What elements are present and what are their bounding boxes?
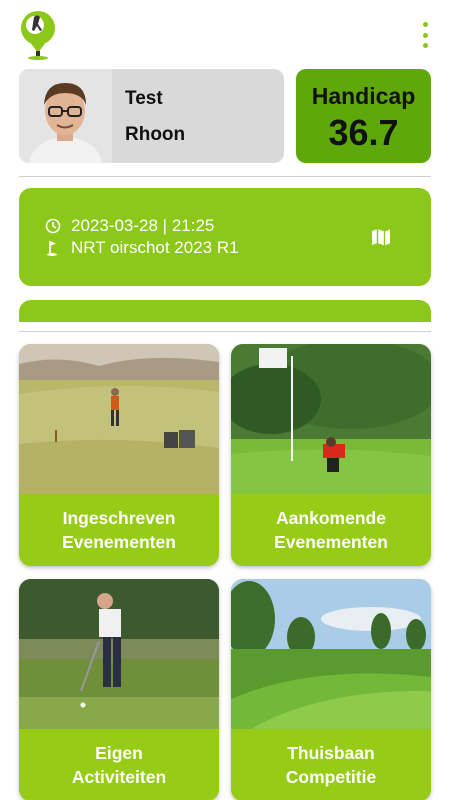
tile-label-line1: Thuisbaan bbox=[287, 743, 375, 763]
menu-dot bbox=[422, 32, 428, 38]
avatar bbox=[19, 69, 112, 163]
divider bbox=[19, 331, 431, 332]
round-datetime: 2023-03-28 | 21:25 bbox=[71, 216, 215, 235]
tile-label: Aankomende Evenementen bbox=[231, 494, 431, 566]
clock-icon bbox=[45, 218, 61, 234]
tile-label-line1: Eigen bbox=[95, 743, 143, 763]
golfer-pin-logo-icon[interactable] bbox=[18, 8, 60, 60]
tile-label-line1: Aankomende bbox=[276, 508, 386, 528]
profile-last-name: Rhoon bbox=[125, 124, 186, 145]
profile-card[interactable] bbox=[19, 69, 284, 163]
round-datetime-row: 2023-03-28 | 21:25 bbox=[45, 216, 214, 236]
tile-own-activities[interactable]: Eigen Activiteiten bbox=[19, 579, 219, 800]
tile-label-line2: Activiteiten bbox=[71, 767, 167, 787]
golf-green-photo bbox=[231, 344, 431, 494]
menu-dot bbox=[422, 43, 428, 48]
tile-home-course-competition[interactable]: Thuisbaan Competitie bbox=[231, 579, 431, 800]
tile-label-line2: Competitie bbox=[285, 767, 377, 787]
profile-first-name: Test bbox=[125, 88, 163, 109]
handicap-label: Handicap bbox=[311, 83, 416, 109]
menu-dot bbox=[422, 22, 428, 27]
tile-label: Eigen Activiteiten bbox=[19, 729, 219, 800]
tile-label-line2: Evenementen bbox=[274, 532, 388, 552]
divider bbox=[19, 176, 431, 177]
map-icon[interactable] bbox=[370, 226, 392, 248]
tile-label: Ingeschreven Evenementen bbox=[19, 494, 219, 566]
golf-fairway-photo bbox=[231, 579, 431, 729]
secondary-card[interactable] bbox=[19, 300, 431, 322]
tile-registered-events[interactable]: Ingeschreven Evenementen bbox=[19, 344, 219, 566]
tile-label: Thuisbaan Competitie bbox=[231, 729, 431, 800]
round-course-row: NRT oirschot 2023 R1 bbox=[45, 238, 239, 258]
golfer-putting-photo bbox=[19, 579, 219, 729]
top-bar bbox=[0, 0, 450, 64]
more-vertical-icon[interactable] bbox=[420, 22, 430, 48]
tile-upcoming-events[interactable]: Aankomende Evenementen bbox=[231, 344, 431, 566]
tile-label-line2: Evenementen bbox=[62, 532, 176, 552]
golf-course-photo bbox=[19, 344, 219, 494]
handicap-card[interactable]: Handicap 36.7 bbox=[296, 69, 431, 163]
golf-flag-icon bbox=[47, 241, 57, 256]
round-course: NRT oirschot 2023 R1 bbox=[71, 238, 239, 257]
tile-label-line1: Ingeschreven bbox=[62, 508, 176, 528]
handicap-value: 36.7 bbox=[328, 112, 399, 153]
